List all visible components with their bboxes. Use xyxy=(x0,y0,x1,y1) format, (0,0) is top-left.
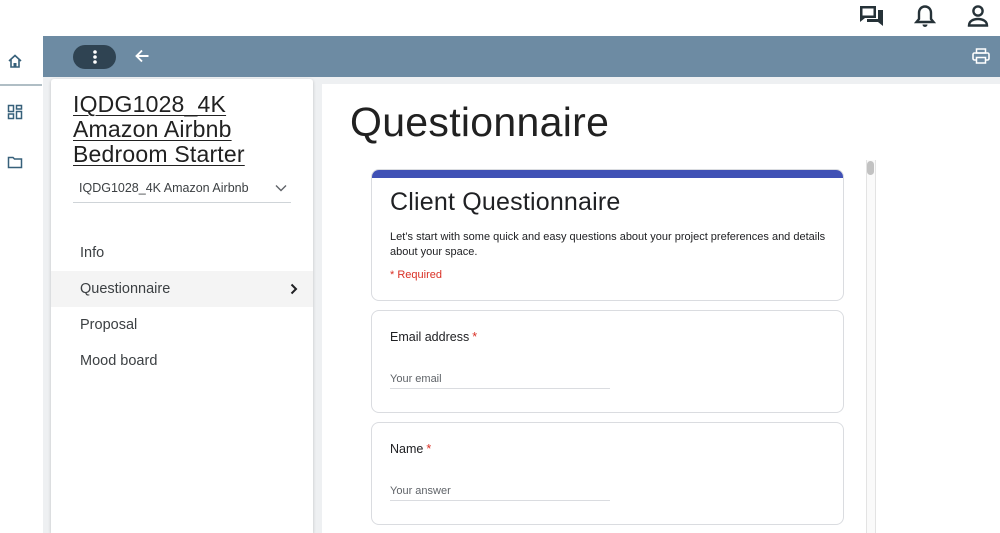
app-window: IQDG1028_4K Amazon Airbnb Bedroom Starte… xyxy=(0,0,1000,533)
form-title: Client Questionnaire xyxy=(390,188,621,216)
dashboard-icon[interactable] xyxy=(5,102,25,122)
question-label-text: Email address xyxy=(390,330,470,344)
question-label-name: Name * xyxy=(390,442,431,456)
nav-item-info[interactable]: Info xyxy=(51,235,313,271)
left-rail xyxy=(0,36,42,533)
nav-item-label: Mood board xyxy=(80,353,158,369)
print-button[interactable] xyxy=(970,45,992,67)
required-asterisk: * xyxy=(426,442,432,456)
chevron-right-icon xyxy=(287,281,301,297)
form-accent-bar xyxy=(372,170,843,178)
question-label-text: Name xyxy=(390,442,424,456)
nav-item-mood-board[interactable]: Mood board xyxy=(51,343,313,379)
forum-icon[interactable] xyxy=(858,2,886,30)
question-label-email: Email address * xyxy=(390,330,477,344)
nav-item-label: Info xyxy=(80,245,105,261)
header-band xyxy=(43,36,1000,77)
email-field[interactable] xyxy=(390,369,610,389)
question-card-name: Name * xyxy=(371,422,844,525)
question-card-email: Email address * xyxy=(371,310,844,413)
form-description: Let’s start with some quick and easy que… xyxy=(390,231,826,258)
required-note: * Required xyxy=(390,269,442,281)
page-title: Questionnaire xyxy=(350,99,610,145)
rail-divider xyxy=(0,84,42,86)
more-vert-icon xyxy=(92,50,97,64)
person-icon[interactable] xyxy=(964,2,992,30)
nav-item-questionnaire[interactable]: Questionnaire xyxy=(51,271,313,307)
required-asterisk: * xyxy=(472,330,478,344)
form-header-card: Client Questionnaire Let’s start with so… xyxy=(371,169,844,301)
name-field[interactable] xyxy=(390,481,610,501)
folder-icon[interactable] xyxy=(5,152,25,172)
more-vert-button[interactable] xyxy=(73,45,116,69)
chevron-down-icon xyxy=(271,184,291,192)
bell-icon[interactable] xyxy=(911,2,939,30)
project-nav: Info Questionnaire Proposal Mood board xyxy=(51,235,313,379)
project-select-value: IQDG1028_4K Amazon Airbnb xyxy=(79,180,249,195)
form-scrollbar-thumb[interactable] xyxy=(867,161,874,175)
home-icon[interactable] xyxy=(5,51,25,71)
print-icon xyxy=(972,48,990,64)
form-scrollbar[interactable] xyxy=(866,160,876,533)
nav-item-proposal[interactable]: Proposal xyxy=(51,307,313,343)
project-select[interactable]: IQDG1028_4K Amazon Airbnb xyxy=(73,173,291,203)
back-button[interactable] xyxy=(131,45,153,67)
nav-item-label: Questionnaire xyxy=(80,281,171,297)
nav-item-label: Proposal xyxy=(80,317,138,333)
project-panel: IQDG1028_4K Amazon Airbnb Bedroom Starte… xyxy=(51,79,313,533)
main-content: Questionnaire Client Questionnaire Let’s… xyxy=(322,84,1000,533)
arrow-back-icon xyxy=(135,49,149,63)
project-title-link[interactable]: IQDG1028_4K Amazon Airbnb Bedroom Starte… xyxy=(73,92,308,167)
